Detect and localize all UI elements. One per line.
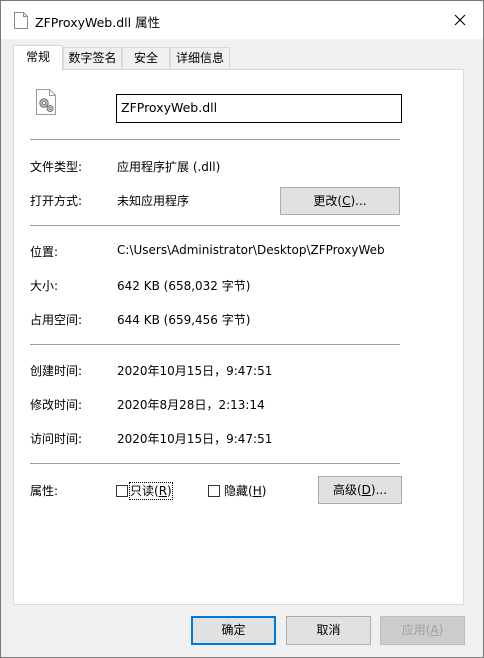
dll-file-icon [36, 89, 56, 115]
close-icon [454, 14, 466, 26]
readonly-suffix: ) [167, 484, 172, 498]
separator [30, 463, 400, 464]
separator [30, 225, 400, 226]
separator [30, 139, 400, 140]
accessed-label: 访问时间: [30, 432, 83, 446]
properties-dialog: ZFProxyWeb.dll 属性 常规 数字签名 安全 详细信息 ZFProx… [0, 0, 484, 658]
change-button-label: 更改( [313, 194, 343, 208]
location-value: C:\Users\Administrator\Desktop\ZFProxyWe… [117, 243, 385, 257]
readonly-checkbox-box[interactable] [116, 485, 128, 497]
location-label: 位置: [30, 245, 59, 259]
modified-label: 修改时间: [30, 398, 83, 412]
advanced-button-hotkey: D [361, 483, 371, 497]
opens-with-label: 打开方式: [30, 194, 83, 208]
tab-security[interactable]: 安全 [122, 47, 170, 69]
created-label: 创建时间: [30, 364, 83, 378]
advanced-button-label: 高级( [332, 483, 362, 497]
file-type-value: 应用程序扩展 (.dll) [117, 160, 221, 174]
close-button[interactable] [437, 1, 483, 39]
advanced-button-suffix: )... [370, 483, 388, 497]
file-name-field[interactable]: ZFProxyWeb.dll [116, 94, 402, 123]
tab-general[interactable]: 常规 [13, 45, 63, 71]
hidden-checkbox-label[interactable]: 隐藏(H) [224, 483, 266, 499]
advanced-button[interactable]: 高级(D)... [318, 476, 402, 504]
title-bar: ZFProxyWeb.dll 属性 [1, 1, 483, 39]
size-label: 大小: [30, 279, 59, 293]
separator [30, 344, 400, 345]
attributes-label: 属性: [30, 484, 59, 498]
hidden-suffix: ) [261, 484, 267, 498]
apply-button[interactable]: 应用(A) [380, 616, 465, 645]
readonly-checkbox-label[interactable]: 只读(R) [129, 482, 173, 500]
change-button[interactable]: 更改(C)... [280, 187, 400, 215]
change-button-suffix: )... [350, 194, 367, 208]
hidden-hotkey: H [252, 484, 262, 498]
ok-button[interactable]: 确定 [191, 616, 276, 645]
accessed-value: 2020年10月15日，9:47:51 [117, 432, 273, 446]
cancel-button[interactable]: 取消 [286, 616, 371, 645]
size-on-disk-label: 占用空间: [30, 313, 83, 327]
hidden-prefix: 隐藏( [224, 484, 253, 498]
file-icon [14, 12, 28, 29]
readonly-hotkey: R [158, 484, 168, 498]
opens-with-value: 未知应用程序 [117, 194, 190, 208]
readonly-prefix: 只读( [130, 484, 159, 498]
created-value: 2020年10月15日，9:47:51 [117, 364, 273, 378]
file-type-label: 文件类型: [30, 160, 83, 174]
hidden-checkbox-box[interactable] [208, 485, 220, 497]
tab-digital-signatures[interactable]: 数字签名 [63, 47, 122, 69]
modified-value: 2020年8月28日，2:13:14 [117, 398, 265, 412]
apply-button-hotkey: A [430, 623, 439, 637]
apply-button-label: 应用( [401, 623, 431, 637]
size-value: 642 KB (658,032 字节) [117, 279, 251, 293]
general-panel: ZFProxyWeb.dll 文件类型: 应用程序扩展 (.dll) 打开方式:… [13, 69, 464, 605]
tab-details[interactable]: 详细信息 [170, 47, 230, 69]
window-title: ZFProxyWeb.dll 属性 [35, 15, 161, 30]
size-on-disk-value: 644 KB (659,456 字节) [117, 313, 251, 327]
apply-button-suffix: ) [438, 623, 444, 637]
